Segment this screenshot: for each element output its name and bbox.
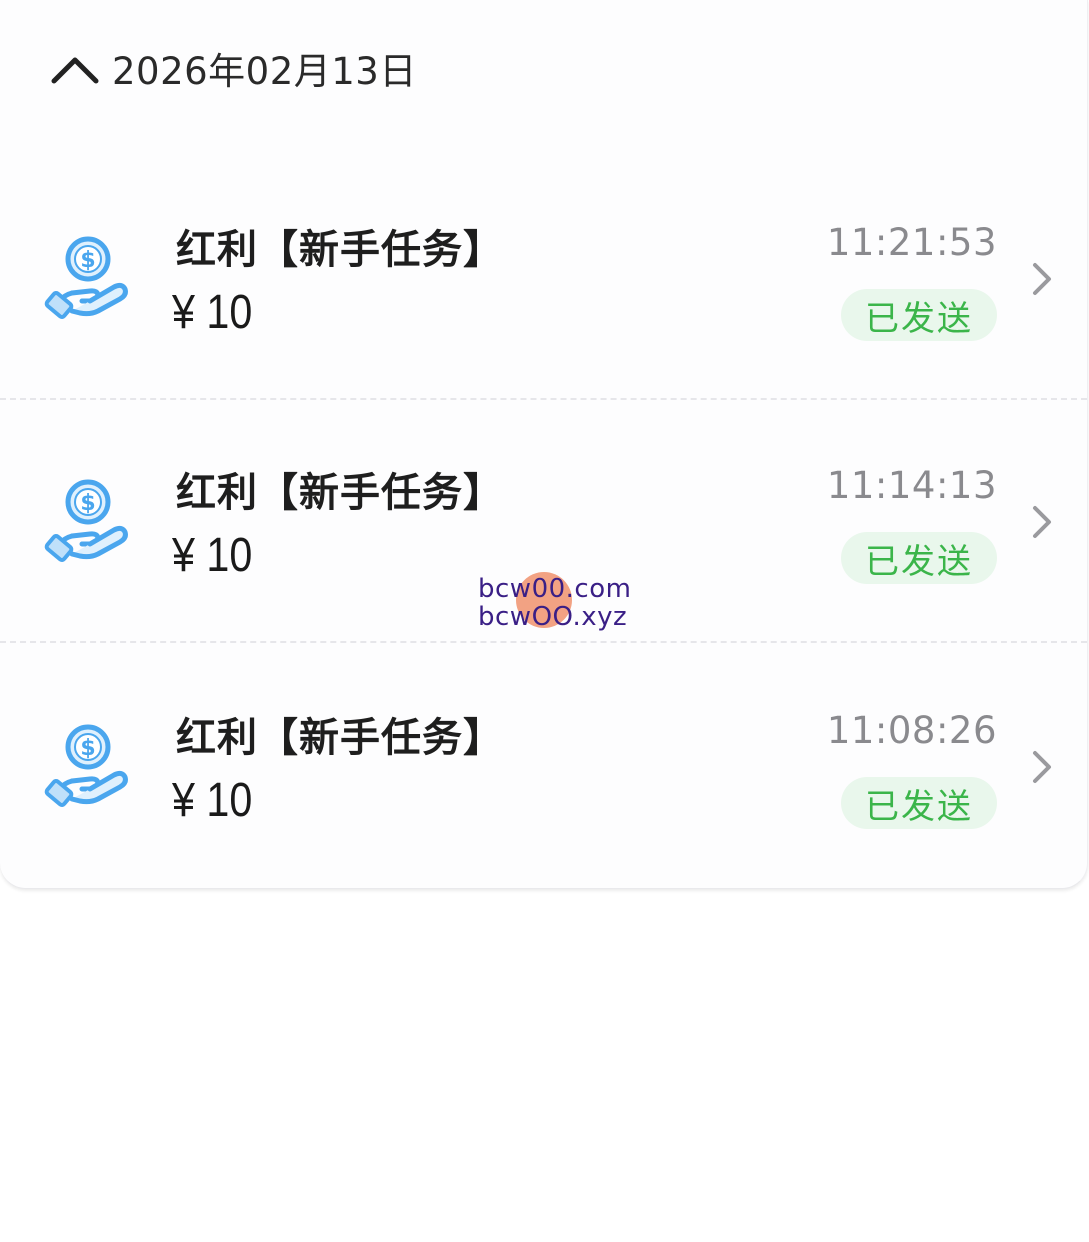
list-item[interactable]: $ 红利【新手任务】 ¥ 10 11:21:53 已发送 (0, 157, 1087, 400)
record-title: 红利【新手任务】 (176, 227, 504, 273)
record-title: 红利【新手任务】 (176, 715, 504, 761)
chevron-right-icon[interactable] (1029, 259, 1055, 299)
chevron-right-icon[interactable] (1029, 747, 1055, 787)
record-time: 11:08:26 (826, 709, 997, 752)
coin-hand-icon: $ (42, 235, 134, 327)
watermark-text-line2: bcwOO.xyz (478, 602, 628, 632)
svg-text:$: $ (80, 248, 95, 273)
status-badge: 已发送 (841, 289, 997, 341)
record-time: 11:14:13 (826, 464, 997, 507)
coin-hand-icon: $ (42, 478, 134, 570)
transaction-card: 2026年02月13日 $ 红利【新手任务】 ¥ 10 11:21:53 已发送 (0, 0, 1088, 889)
svg-text:$: $ (80, 491, 95, 516)
chevron-right-icon[interactable] (1029, 502, 1055, 542)
coin-hand-icon: $ (42, 723, 134, 815)
row-divider (0, 641, 1087, 643)
list-item[interactable]: $ 红利【新手任务】 ¥ 10 11:08:26 已发送 (0, 645, 1087, 888)
date-group-header[interactable]: 2026年02月13日 (50, 38, 417, 98)
record-time: 11:21:53 (826, 221, 997, 264)
chevron-up-icon[interactable] (50, 48, 100, 88)
record-title: 红利【新手任务】 (176, 470, 504, 516)
page: 2026年02月13日 $ 红利【新手任务】 ¥ 10 11:21:53 已发送 (0, 0, 1089, 1242)
status-badge: 已发送 (841, 777, 997, 829)
svg-text:$: $ (80, 736, 95, 761)
date-label: 2026年02月13日 (112, 50, 417, 93)
watermark-text-line1: bcw00.com (478, 574, 632, 604)
record-amount: ¥ 10 (172, 286, 253, 339)
record-amount: ¥ 10 (172, 529, 253, 582)
status-badge: 已发送 (841, 532, 997, 584)
record-amount: ¥ 10 (172, 774, 253, 827)
watermark: bcw00.com bcwOO.xyz (478, 572, 638, 636)
